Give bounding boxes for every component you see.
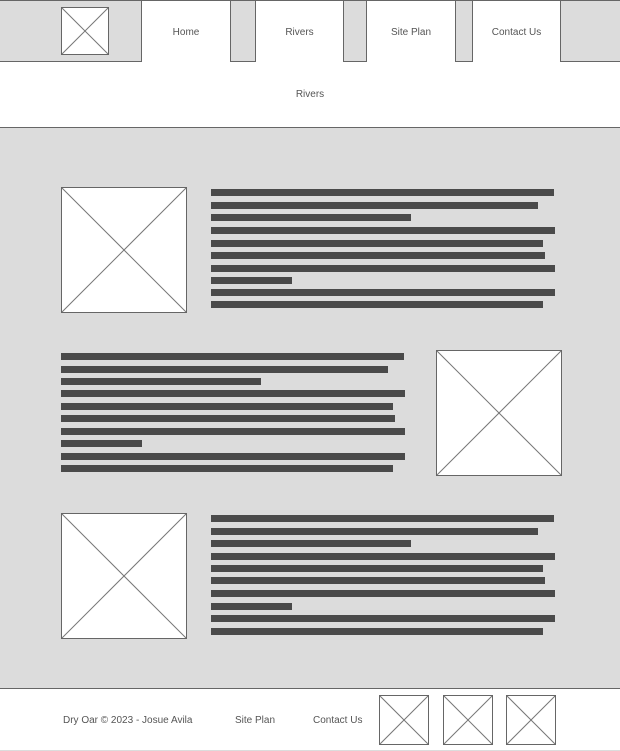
text-line: [211, 252, 545, 259]
section-1-image-placeholder-icon: [61, 187, 187, 313]
section-2-image-placeholder-icon: [436, 350, 562, 476]
footer-contact-us-link[interactable]: Contact Us: [313, 689, 362, 751]
text-line: [211, 528, 538, 535]
footer-copyright: Dry Oar © 2023 - Josue Avila: [63, 714, 193, 726]
text-line: [211, 289, 555, 296]
nav-contact-us-label: Contact Us: [491, 26, 542, 38]
text-line: [61, 403, 393, 410]
text-line: [211, 214, 411, 221]
nav-site-plan-label: Site Plan: [390, 26, 432, 38]
text-line: [61, 378, 261, 385]
text-line: [61, 428, 405, 435]
text-line: [211, 577, 545, 584]
text-line: [211, 628, 543, 635]
nav-home-button[interactable]: Home: [141, 1, 231, 63]
footer-social-1-placeholder-icon[interactable]: [379, 695, 429, 745]
page-banner: Rivers: [0, 62, 620, 128]
text-line: [61, 353, 404, 360]
text-line: [211, 515, 554, 522]
text-line: [211, 189, 554, 196]
footer-social-3-placeholder-icon[interactable]: [506, 695, 556, 745]
text-line: [211, 615, 555, 622]
text-line: [211, 277, 292, 284]
nav-rivers-button[interactable]: Rivers: [255, 1, 344, 63]
footer-social-2-placeholder-icon[interactable]: [443, 695, 493, 745]
page-title: Rivers: [295, 89, 325, 100]
text-line: [61, 415, 395, 422]
text-line: [211, 202, 538, 209]
nav-rivers-label: Rivers: [285, 26, 314, 38]
text-line: [61, 465, 393, 472]
text-line: [61, 453, 405, 460]
text-line: [61, 390, 405, 397]
section-3-image-placeholder-icon: [61, 513, 187, 639]
text-line: [61, 366, 388, 373]
text-line: [211, 603, 292, 610]
text-line: [211, 590, 555, 597]
nav-site-plan-button[interactable]: Site Plan: [366, 1, 456, 63]
text-line: [211, 565, 543, 572]
text-line: [211, 240, 543, 247]
text-line: [211, 265, 555, 272]
text-line: [211, 227, 555, 234]
text-line: [61, 440, 142, 447]
text-line: [211, 301, 543, 308]
footer-site-plan-link[interactable]: Site Plan: [235, 689, 275, 751]
nav-contact-us-button[interactable]: Contact Us: [472, 1, 561, 63]
text-line: [211, 553, 555, 560]
nav-home-label: Home: [172, 26, 200, 38]
top-navigation-bar: Home Rivers Site Plan Contact Us: [0, 0, 620, 63]
logo-placeholder-icon[interactable]: [61, 7, 109, 55]
page-footer: Dry Oar © 2023 - Josue Avila Site Plan C…: [0, 688, 620, 750]
text-line: [211, 540, 411, 547]
